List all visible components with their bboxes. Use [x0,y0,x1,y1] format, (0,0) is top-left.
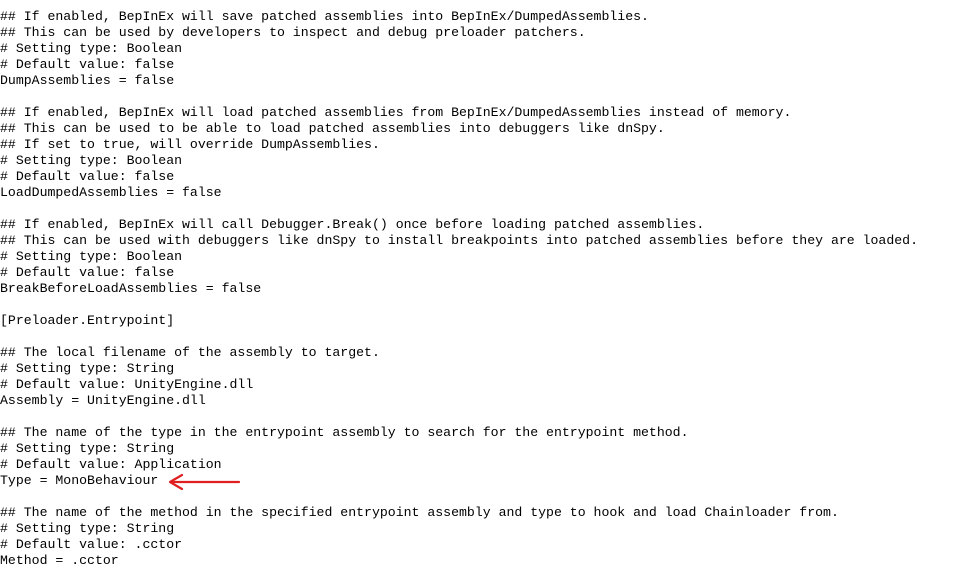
comment-line: ## The local filename of the assembly to… [0,345,380,360]
setting-assembly[interactable]: Assembly = UnityEngine.dll [0,393,918,409]
comment-line: ## If enabled, BepInEx will call Debugge… [0,217,705,232]
setting-load-dumped-assemblies[interactable]: LoadDumpedAssemblies = false [0,185,918,201]
setting-type-line: # Setting type: Boolean [0,41,183,56]
comment-line: ## The name of the type in the entrypoin… [0,425,689,440]
section-header-preloader-entrypoint: [Preloader.Entrypoint] [0,313,175,328]
default-value-line: # Default value: Application [0,457,222,472]
config-text-view[interactable]: ## If enabled, BepInEx will save patched… [0,0,974,577]
setting-type-line: # Setting type: Boolean [0,153,183,168]
setting-dump-assemblies[interactable]: DumpAssemblies = false [0,73,918,89]
comment-line: ## The name of the method in the specifi… [0,505,839,520]
setting-type-line: # Setting type: Boolean [0,249,183,264]
default-value-line: # Default value: false [0,57,175,72]
arrow-icon [168,473,241,491]
comment-line: ## This can be used with debuggers like … [0,233,918,248]
setting-type-line: # Setting type: String [0,521,175,536]
comment-line: ## This can be used to be able to load p… [0,121,665,136]
default-value-line: # Default value: false [0,265,175,280]
setting-break-before-load-assemblies[interactable]: BreakBeforeLoadAssemblies = false [0,281,918,297]
comment-line: ## If set to true, will override DumpAss… [0,137,380,152]
setting-method[interactable]: Method = .cctor [0,553,918,569]
comment-line: ## If enabled, BepInEx will save patched… [0,9,649,24]
default-value-line: # Default value: .cctor [0,537,183,552]
comment-line: ## If enabled, BepInEx will load patched… [0,105,792,120]
comment-line: ## This can be used by developers to ins… [0,25,586,40]
setting-type-line: # Setting type: String [0,441,175,456]
default-value-line: # Default value: false [0,169,175,184]
default-value-line: # Default value: UnityEngine.dll [0,377,254,392]
config-lines: ## If enabled, BepInEx will save patched… [0,9,918,569]
setting-type-line: # Setting type: String [0,361,175,376]
setting-type[interactable]: Type = MonoBehaviour [0,473,918,489]
